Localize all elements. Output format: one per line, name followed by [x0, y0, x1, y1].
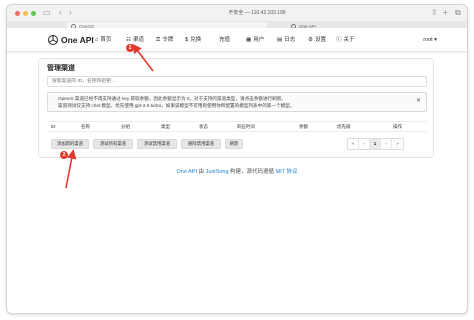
first-page-button[interactable]: «	[348, 139, 359, 149]
maximize-window-button[interactable]	[31, 11, 36, 16]
nav-topup[interactable]: 充值	[217, 36, 230, 44]
app-header: One API ⌂ 首页 ☷ 渠道 ⚿ 令牌 $ 兑换 充值 ▦ 用户 ▤ 日志 ⚙ 设置 ⓘ…	[7, 28, 467, 52]
column-header-balance[interactable]: 余额	[299, 123, 308, 131]
nav-tokens[interactable]: ⚿ 令牌	[156, 36, 173, 44]
nav-settings[interactable]: ⚙ 设置	[308, 36, 326, 44]
column-header-name[interactable]: 名称	[81, 123, 90, 131]
home-icon: ⌂	[95, 37, 99, 43]
back-icon[interactable]: ‹	[59, 8, 62, 18]
key-icon: ⚿	[156, 37, 161, 43]
gear-icon: ⚙	[308, 37, 313, 43]
browser-titlebar: ▭ ‹ › 不安全 — 110.42.103.199 ⇪ + ⧉	[7, 5, 467, 21]
page-title: 管理渠道	[47, 65, 75, 72]
nav-users[interactable]: ▦ 用户	[246, 36, 264, 44]
test-all-channels-button[interactable]: 测试所有渠道	[93, 139, 133, 149]
footer-link-author[interactable]: JustSong	[206, 169, 229, 175]
annotation-badge-1: 1	[126, 44, 134, 52]
footer-link-oneapi[interactable]: One API	[177, 169, 198, 175]
annotation-badge-2: 2	[60, 151, 68, 159]
share-icon[interactable]: ⇪	[431, 8, 438, 18]
tab-overview-icon[interactable]: ⧉	[455, 8, 461, 18]
openai-logo-icon	[48, 35, 58, 45]
close-window-button[interactable]	[15, 11, 20, 16]
brand-name[interactable]: One API	[61, 34, 94, 46]
nav-about[interactable]: ⓘ 关于	[336, 36, 355, 44]
column-header-actions: 操作	[393, 124, 402, 129]
column-header-group[interactable]: 分组	[121, 123, 130, 131]
column-header-type[interactable]: 类型	[161, 123, 170, 131]
forward-icon[interactable]: ›	[69, 8, 72, 18]
nav-home[interactable]: ⌂ 首页	[95, 36, 111, 44]
sidebar-toggle-icon[interactable]: ▭	[43, 8, 51, 18]
book-icon: ▤	[277, 37, 283, 43]
new-tab-icon[interactable]: +	[443, 8, 448, 18]
info-alert: OpenAI 渠道已经不再支持通过 key 获取余额，因此余额显示为 0。对于支…	[47, 92, 427, 112]
delete-disabled-channels-button[interactable]: 删除禁用渠道	[181, 139, 221, 149]
info-icon: ⓘ	[336, 37, 342, 43]
last-page-button[interactable]: »	[392, 139, 403, 149]
footer-link-license[interactable]: MIT 协议	[276, 169, 298, 175]
user-icon: ▦	[246, 37, 252, 43]
nav-channels[interactable]: ☷ 渠道	[126, 36, 144, 44]
address-bar[interactable]: 不安全 — 110.42.103.199	[187, 9, 327, 18]
nav-logs[interactable]: ▤ 日志	[277, 36, 295, 44]
table-footer-actions: 添加新的渠道 测试所有渠道 测试禁用渠道 删除禁用渠道 刷新 « ‹ 1 › »	[47, 137, 427, 151]
refresh-button[interactable]: 刷新	[225, 139, 243, 149]
chevron-down-icon: ▾	[434, 37, 437, 43]
column-header-id[interactable]: ID	[51, 123, 56, 131]
table-header: ID 名称 分组 类型 状态 响应时间 余额 优先级 操作	[47, 121, 427, 132]
column-header-priority[interactable]: 优先级	[337, 123, 351, 131]
next-page-button[interactable]: ›	[381, 139, 392, 149]
minimize-window-button[interactable]	[23, 11, 28, 16]
prev-page-button[interactable]: ‹	[359, 139, 370, 149]
dollar-icon: $	[185, 37, 189, 43]
nav-redeem[interactable]: $ 兑换	[185, 36, 201, 44]
test-disabled-channels-button[interactable]: 测试禁用渠道	[137, 139, 177, 149]
user-menu[interactable]: root ▾	[423, 36, 437, 44]
page-1-button[interactable]: 1	[370, 139, 381, 149]
sitemap-icon: ☷	[126, 37, 131, 43]
close-icon[interactable]: ✕	[416, 97, 421, 105]
column-header-status[interactable]: 状态	[199, 123, 208, 131]
page-footer: One API 由 JustSong 构建，源代码遵循 MIT 协议	[176, 169, 298, 175]
alert-line-2: 渠道测试仅支持 chat 模型，优先使用 gpt-3.5-turbo，如果该模型…	[58, 102, 295, 108]
channel-management-card: 管理渠道 OpenAI 渠道已经不再支持通过 key 获取余额，因此余额显示为 …	[38, 58, 434, 158]
search-input[interactable]	[47, 76, 427, 87]
column-header-response-time[interactable]: 响应时间	[237, 123, 255, 131]
add-channel-button[interactable]: 添加新的渠道	[51, 139, 89, 149]
pagination: « ‹ 1 › »	[347, 138, 404, 150]
